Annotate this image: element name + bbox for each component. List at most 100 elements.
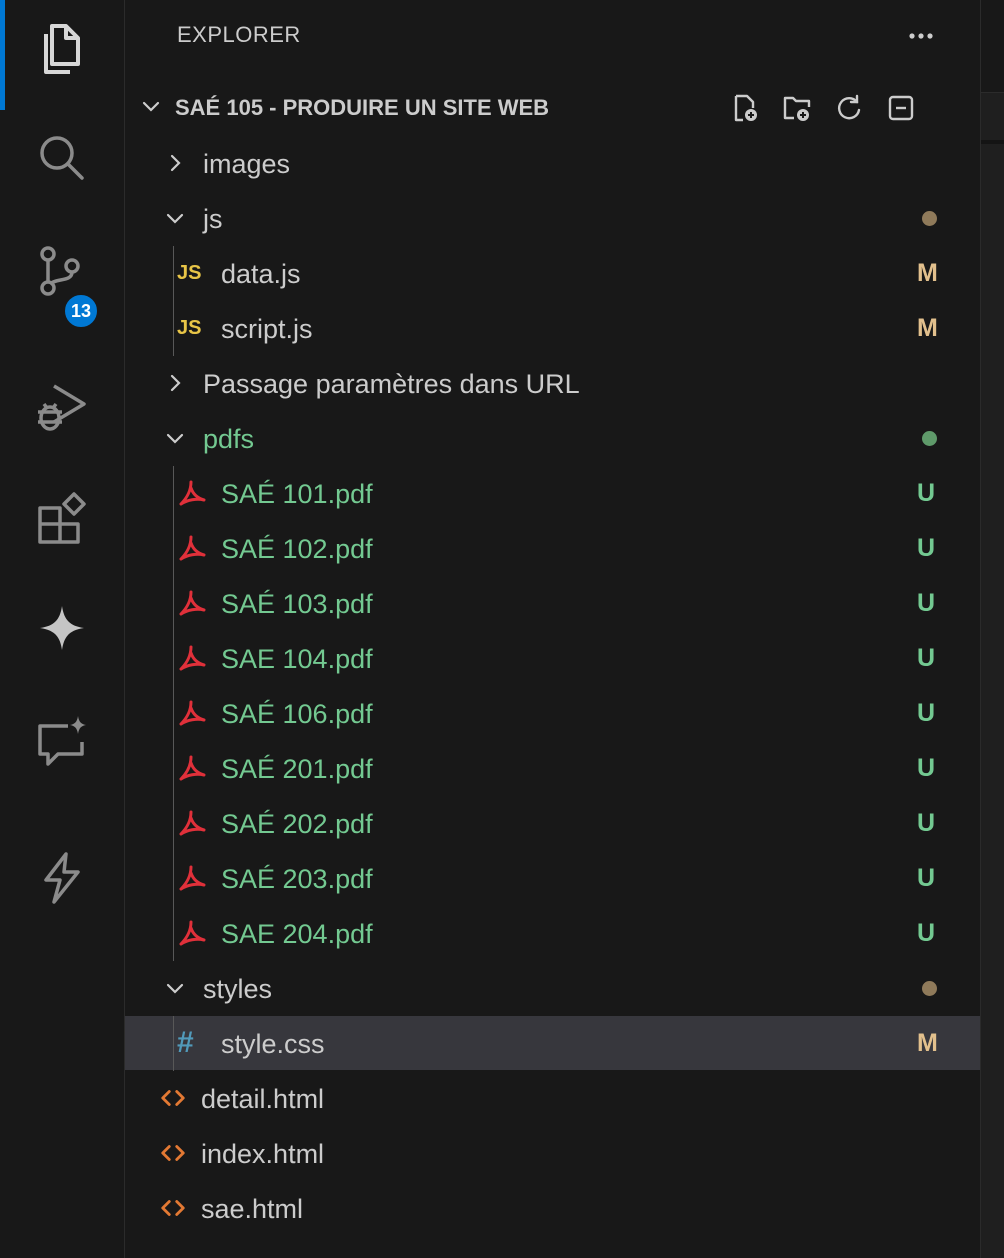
tree-file-row[interactable]: SAÉ 202.pdf U xyxy=(125,796,980,850)
new-file-icon[interactable] xyxy=(729,92,761,124)
indent-guide xyxy=(173,1016,174,1071)
extensions-icon[interactable] xyxy=(32,488,92,548)
tree-file-row[interactable]: index.html xyxy=(125,1126,980,1180)
tree-item-label: SAÉ 101.pdf xyxy=(221,479,373,509)
tree-item-label: data.js xyxy=(221,259,301,289)
tree-item-label: SAÉ 106.pdf xyxy=(221,699,373,729)
git-status-badge: M xyxy=(917,259,938,287)
tree-item-label: images xyxy=(203,149,291,179)
tree-file-row[interactable]: SAÉ 103.pdf U xyxy=(125,576,980,630)
chevron-right-icon xyxy=(163,371,187,395)
pdf-file-icon xyxy=(177,533,207,563)
pdf-file-icon xyxy=(177,753,207,783)
run-debug-icon[interactable] xyxy=(32,378,92,438)
tree-file-row[interactable]: SAÉ 106.pdf U xyxy=(125,686,980,740)
explorer-sidebar: EXPLORER SAÉ 105 - PRODUIRE UN SITE WEB xyxy=(125,0,980,1258)
files-icon[interactable] xyxy=(32,20,92,80)
tree-item-label: style.css xyxy=(221,1029,325,1059)
css-file-icon: # xyxy=(177,1026,194,1059)
html-file-icon xyxy=(159,1193,187,1223)
tree-folder-row[interactable]: js xyxy=(125,191,980,245)
sparkle-icon[interactable] xyxy=(32,598,92,658)
tree-item-label: SAE 204.pdf xyxy=(221,919,373,949)
editor-shadow xyxy=(981,140,1004,144)
source-control-icon[interactable] xyxy=(32,240,92,300)
pdf-file-icon xyxy=(177,698,207,728)
tree-file-row[interactable]: # style.css M xyxy=(125,1016,980,1070)
folder-changes-dot xyxy=(922,211,937,226)
tree-folder-row[interactable]: pdfs xyxy=(125,411,980,465)
js-file-icon-text: JS xyxy=(177,261,202,284)
tree-folder-row[interactable]: images xyxy=(125,136,980,190)
tree-item-label: detail.html xyxy=(201,1084,325,1114)
pdf-file-icon xyxy=(177,918,207,948)
explorer-title: EXPLORER xyxy=(177,22,301,47)
tree-item-label: SAÉ 202.pdf xyxy=(221,809,373,839)
tree-folder-row[interactable]: styles xyxy=(125,961,980,1015)
tree-item-label: sae.html xyxy=(201,1194,304,1224)
indent-guide xyxy=(173,246,174,356)
tree-item-label: SAÉ 203.pdf xyxy=(221,864,373,894)
tree-file-row[interactable]: SAÉ 201.pdf U xyxy=(125,741,980,795)
tree-item-label: Passage paramètres dans URL xyxy=(203,369,580,399)
git-status-badge: U xyxy=(917,919,936,947)
pdf-file-icon xyxy=(177,643,207,673)
source-control-badge: 13 xyxy=(62,292,100,330)
git-status-badge: U xyxy=(917,644,936,672)
chevron-down-icon xyxy=(163,976,187,1000)
html-file-icon xyxy=(159,1083,187,1113)
git-status-badge: U xyxy=(917,754,936,782)
tree-item-label: index.html xyxy=(201,1139,325,1169)
tree-file-row[interactable]: JS data.js M xyxy=(125,246,980,300)
tree-file-row[interactable]: SAE 204.pdf U xyxy=(125,906,980,960)
tree-folder-row[interactable]: Passage paramètres dans URL xyxy=(125,356,980,410)
js-file-icon-text: JS xyxy=(177,316,202,339)
css-file-icon-text: # xyxy=(177,1026,194,1059)
tree-item-label: script.js xyxy=(221,314,313,344)
tree-file-row[interactable]: SAE 104.pdf U xyxy=(125,631,980,685)
pdf-file-icon xyxy=(177,808,207,838)
indent-guide xyxy=(173,466,174,961)
more-actions-icon[interactable] xyxy=(903,20,939,50)
chevron-down-icon xyxy=(163,426,187,450)
tree-item-label: SAE 104.pdf xyxy=(221,644,373,674)
chevron-down-icon xyxy=(139,94,163,118)
tree-item-label: SAÉ 102.pdf xyxy=(221,534,373,564)
git-status-badge: U xyxy=(917,699,936,727)
chat-sparkle-icon[interactable] xyxy=(32,712,92,772)
tree-file-row[interactable]: sae.html xyxy=(125,1181,980,1235)
git-status-badge: U xyxy=(917,479,936,507)
js-file-icon: JS xyxy=(177,313,201,343)
pdf-file-icon xyxy=(177,863,207,893)
editor-area xyxy=(980,0,1004,1258)
tree-file-row[interactable]: SAÉ 203.pdf U xyxy=(125,851,980,905)
git-status-badge: M xyxy=(917,314,938,342)
tree-file-row[interactable]: JS script.js M xyxy=(125,301,980,355)
html-file-icon xyxy=(159,1138,187,1168)
tree-item-label: js xyxy=(203,204,223,234)
folder-changes-dot xyxy=(922,431,937,446)
tree-file-row[interactable]: SAÉ 102.pdf U xyxy=(125,521,980,575)
tree-item-label: SAÉ 201.pdf xyxy=(221,754,373,784)
tree-file-row[interactable]: detail.html xyxy=(125,1071,980,1125)
new-folder-icon[interactable] xyxy=(781,92,813,124)
pdf-file-icon xyxy=(177,478,207,508)
workspace-title: SAÉ 105 - PRODUIRE UN SITE WEB xyxy=(175,95,550,120)
git-status-badge: M xyxy=(917,1029,938,1057)
editor-tab-bar xyxy=(981,0,1004,93)
search-icon[interactable] xyxy=(32,128,92,188)
chevron-right-icon xyxy=(163,151,187,175)
lightning-icon[interactable] xyxy=(32,848,92,908)
tree-item-label: styles xyxy=(203,974,273,1004)
chevron-down-icon xyxy=(163,206,187,230)
tree-file-row[interactable]: SAÉ 101.pdf U xyxy=(125,466,980,520)
workspace-header[interactable]: SAÉ 105 - PRODUIRE UN SITE WEB xyxy=(125,80,980,134)
collapse-all-icon[interactable] xyxy=(885,92,917,124)
refresh-icon[interactable] xyxy=(833,92,865,124)
git-status-badge: U xyxy=(917,534,936,562)
active-indicator xyxy=(0,0,5,110)
git-status-badge: U xyxy=(917,864,936,892)
js-file-icon: JS xyxy=(177,258,201,288)
git-status-badge: U xyxy=(917,809,936,837)
activity-bar: 13 xyxy=(0,0,125,1258)
